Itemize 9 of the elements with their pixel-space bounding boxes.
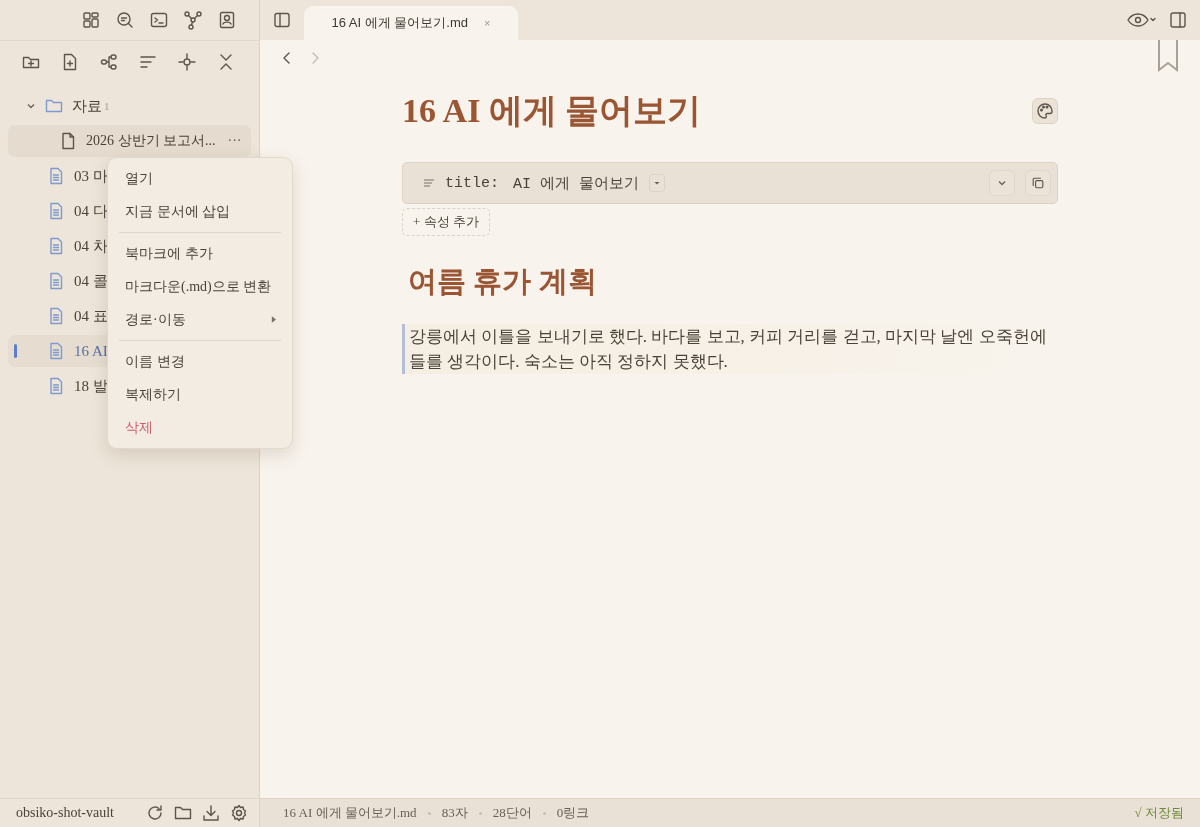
file-count: 1 — [104, 100, 110, 112]
document-title: 16 AI 에게 물어보기 — [402, 91, 702, 131]
char-count: 83자 — [441, 804, 468, 822]
status-filename: 16 AI 에게 물어보기.md — [283, 804, 417, 822]
word-count: 28단어 — [492, 804, 532, 822]
section-heading: 여름 휴가 계획 — [408, 264, 598, 299]
link-count: 0링크 — [556, 804, 590, 822]
property-key: title: — [445, 174, 499, 192]
save-status: √ 저장됨 — [1134, 804, 1184, 822]
